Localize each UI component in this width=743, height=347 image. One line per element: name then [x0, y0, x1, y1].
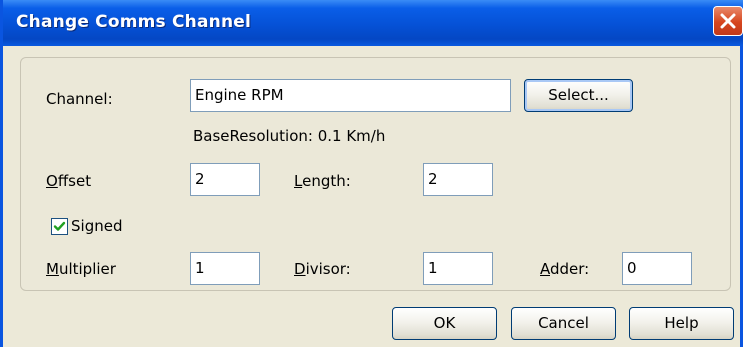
signed-label[interactable]: Signed: [71, 217, 122, 235]
divisor-label: Divisor:: [294, 260, 351, 278]
close-icon: [720, 13, 736, 29]
dialog-window: Change Comms Channel Channel: Engine RPM…: [0, 0, 743, 347]
multiplier-label: Multiplier: [46, 260, 116, 278]
close-button[interactable]: [713, 6, 743, 36]
help-button[interactable]: Help: [629, 307, 734, 340]
base-resolution-text: BaseResolution: 0.1 Km/h: [193, 127, 386, 145]
multiplier-input[interactable]: 1: [190, 252, 260, 285]
offset-input[interactable]: 2: [190, 163, 260, 196]
adder-label: Adder:: [540, 260, 590, 278]
signed-checkbox[interactable]: [51, 218, 68, 235]
adder-input[interactable]: 0: [622, 252, 692, 285]
channel-label: Channel:: [46, 90, 113, 108]
length-input[interactable]: 2: [423, 163, 493, 196]
ok-button[interactable]: OK: [392, 307, 497, 340]
length-label: Length:: [294, 172, 351, 190]
checkmark-icon: [53, 221, 66, 231]
offset-label: Offset: [46, 172, 92, 190]
channel-input[interactable]: Engine RPM: [190, 79, 511, 112]
select-button[interactable]: Select...: [524, 79, 633, 112]
divisor-input[interactable]: 1: [423, 252, 493, 285]
cancel-button[interactable]: Cancel: [511, 307, 616, 340]
title-bar[interactable]: Change Comms Channel: [3, 0, 743, 46]
window-title: Change Comms Channel: [16, 12, 252, 32]
